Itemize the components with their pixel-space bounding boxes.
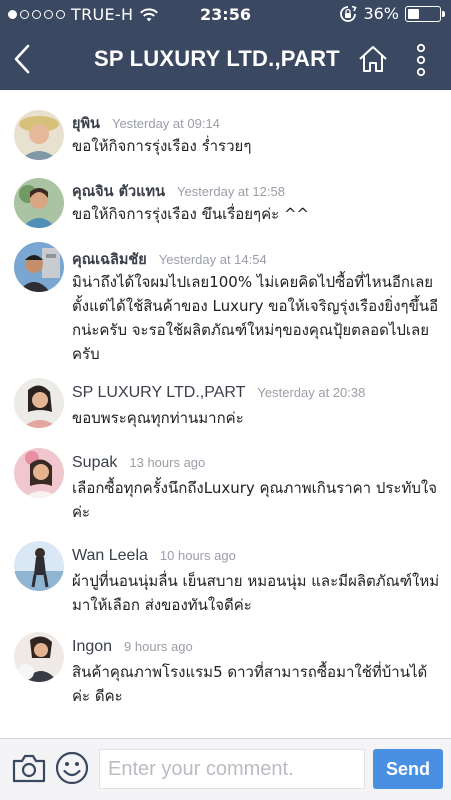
comment-composer: Send: [0, 738, 451, 800]
avatar[interactable]: [14, 378, 64, 428]
rotation-lock-icon: [340, 5, 358, 22]
comment-timestamp: 13 hours ago: [129, 455, 206, 470]
comment-author[interactable]: คุณจิน ตัวแทน: [72, 184, 165, 200]
comment-text: ขอให้กิจการรุ่งเรือง ขึนเรื่อยๆค่ะ ^^: [72, 205, 310, 223]
comment-header: Ingon 9 hours ago: [72, 636, 193, 656]
page-title: SP LUXURY LTD.,PART: [94, 46, 340, 71]
avatar[interactable]: [14, 242, 64, 292]
comment-header: Supak 13 hours ago: [72, 452, 205, 472]
comment-timestamp: Yesterday at 12:58: [176, 184, 285, 199]
send-button[interactable]: Send: [373, 749, 443, 789]
comment-timestamp: Yesterday at 09:14: [111, 116, 220, 131]
smiley-icon[interactable]: [55, 751, 89, 785]
comment-author[interactable]: ยุพิน: [72, 116, 100, 132]
comment-text: มิน่าถึงได้ใจผมไปเลย100% ไม่เคยคิดไปซื้อ…: [72, 273, 439, 363]
comment-text: เลือกซื้อทุกครั้งนึกถึงLuxury คุณภาพเกิน…: [72, 479, 437, 521]
camera-icon[interactable]: [11, 751, 47, 785]
avatar[interactable]: [14, 448, 64, 498]
comment-input[interactable]: [99, 749, 365, 789]
comment-list[interactable]: ยุพิน Yesterday at 09:14 ขอให้กิจการรุ่งเ…: [0, 90, 451, 738]
avatar[interactable]: [14, 178, 64, 228]
chevron-left-icon[interactable]: [10, 42, 34, 76]
comment-header: คุณเฉลิมชัย Yesterday at 14:54: [72, 248, 267, 271]
comment-text: ขอให้กิจการรุ่งเรือง ร่ำรวยๆ: [72, 137, 252, 155]
comment-text: สินค้าคุณภาพโรงแรม5 ดาวที่สามารถซื้อมาใช…: [72, 663, 428, 705]
comment-header: ยุพิน Yesterday at 09:14: [72, 112, 220, 135]
more-vertical-icon[interactable]: [414, 42, 428, 78]
comment-timestamp: Yesterday at 20:38: [257, 385, 366, 400]
comment-author[interactable]: SP LUXURY LTD.,PART: [72, 384, 245, 401]
battery-percent: 36%: [363, 4, 399, 23]
comment-timestamp: 9 hours ago: [124, 639, 193, 654]
home-icon[interactable]: [357, 43, 389, 75]
comment-header: SP LUXURY LTD.,PART Yesterday at 20:38: [72, 382, 365, 402]
comment-author[interactable]: Supak: [72, 454, 117, 471]
navigation-bar: SP LUXURY LTD.,PART: [0, 28, 451, 90]
status-bar: TRUE-H 23:56 36%: [0, 0, 451, 28]
top-bar: TRUE-H 23:56 36% SP LUXURY LTD.,PART: [0, 0, 451, 90]
comment-author[interactable]: Ingon: [72, 638, 112, 655]
comment-text: ขอบพระคุณทุกท่านมากค่ะ: [72, 409, 244, 427]
avatar[interactable]: [14, 110, 64, 160]
comment-author[interactable]: คุณเฉลิมชัย: [72, 252, 147, 268]
comment-text: ผ้าปูที่นอนนุ่มลื่น เย็นสบาย หมอนนุ่ม แล…: [72, 572, 440, 614]
status-right: 36%: [339, 4, 445, 23]
battery-level: [408, 8, 419, 19]
comment-timestamp: 10 hours ago: [159, 548, 236, 563]
comment-timestamp: Yesterday at 14:54: [158, 252, 267, 267]
avatar[interactable]: [14, 541, 64, 591]
battery-icon: [405, 5, 445, 22]
comment-header: คุณจิน ตัวแทน Yesterday at 12:58: [72, 180, 285, 203]
comment-author[interactable]: Wan Leela: [72, 547, 148, 564]
comment-header: Wan Leela 10 hours ago: [72, 545, 236, 565]
avatar[interactable]: [14, 632, 64, 682]
